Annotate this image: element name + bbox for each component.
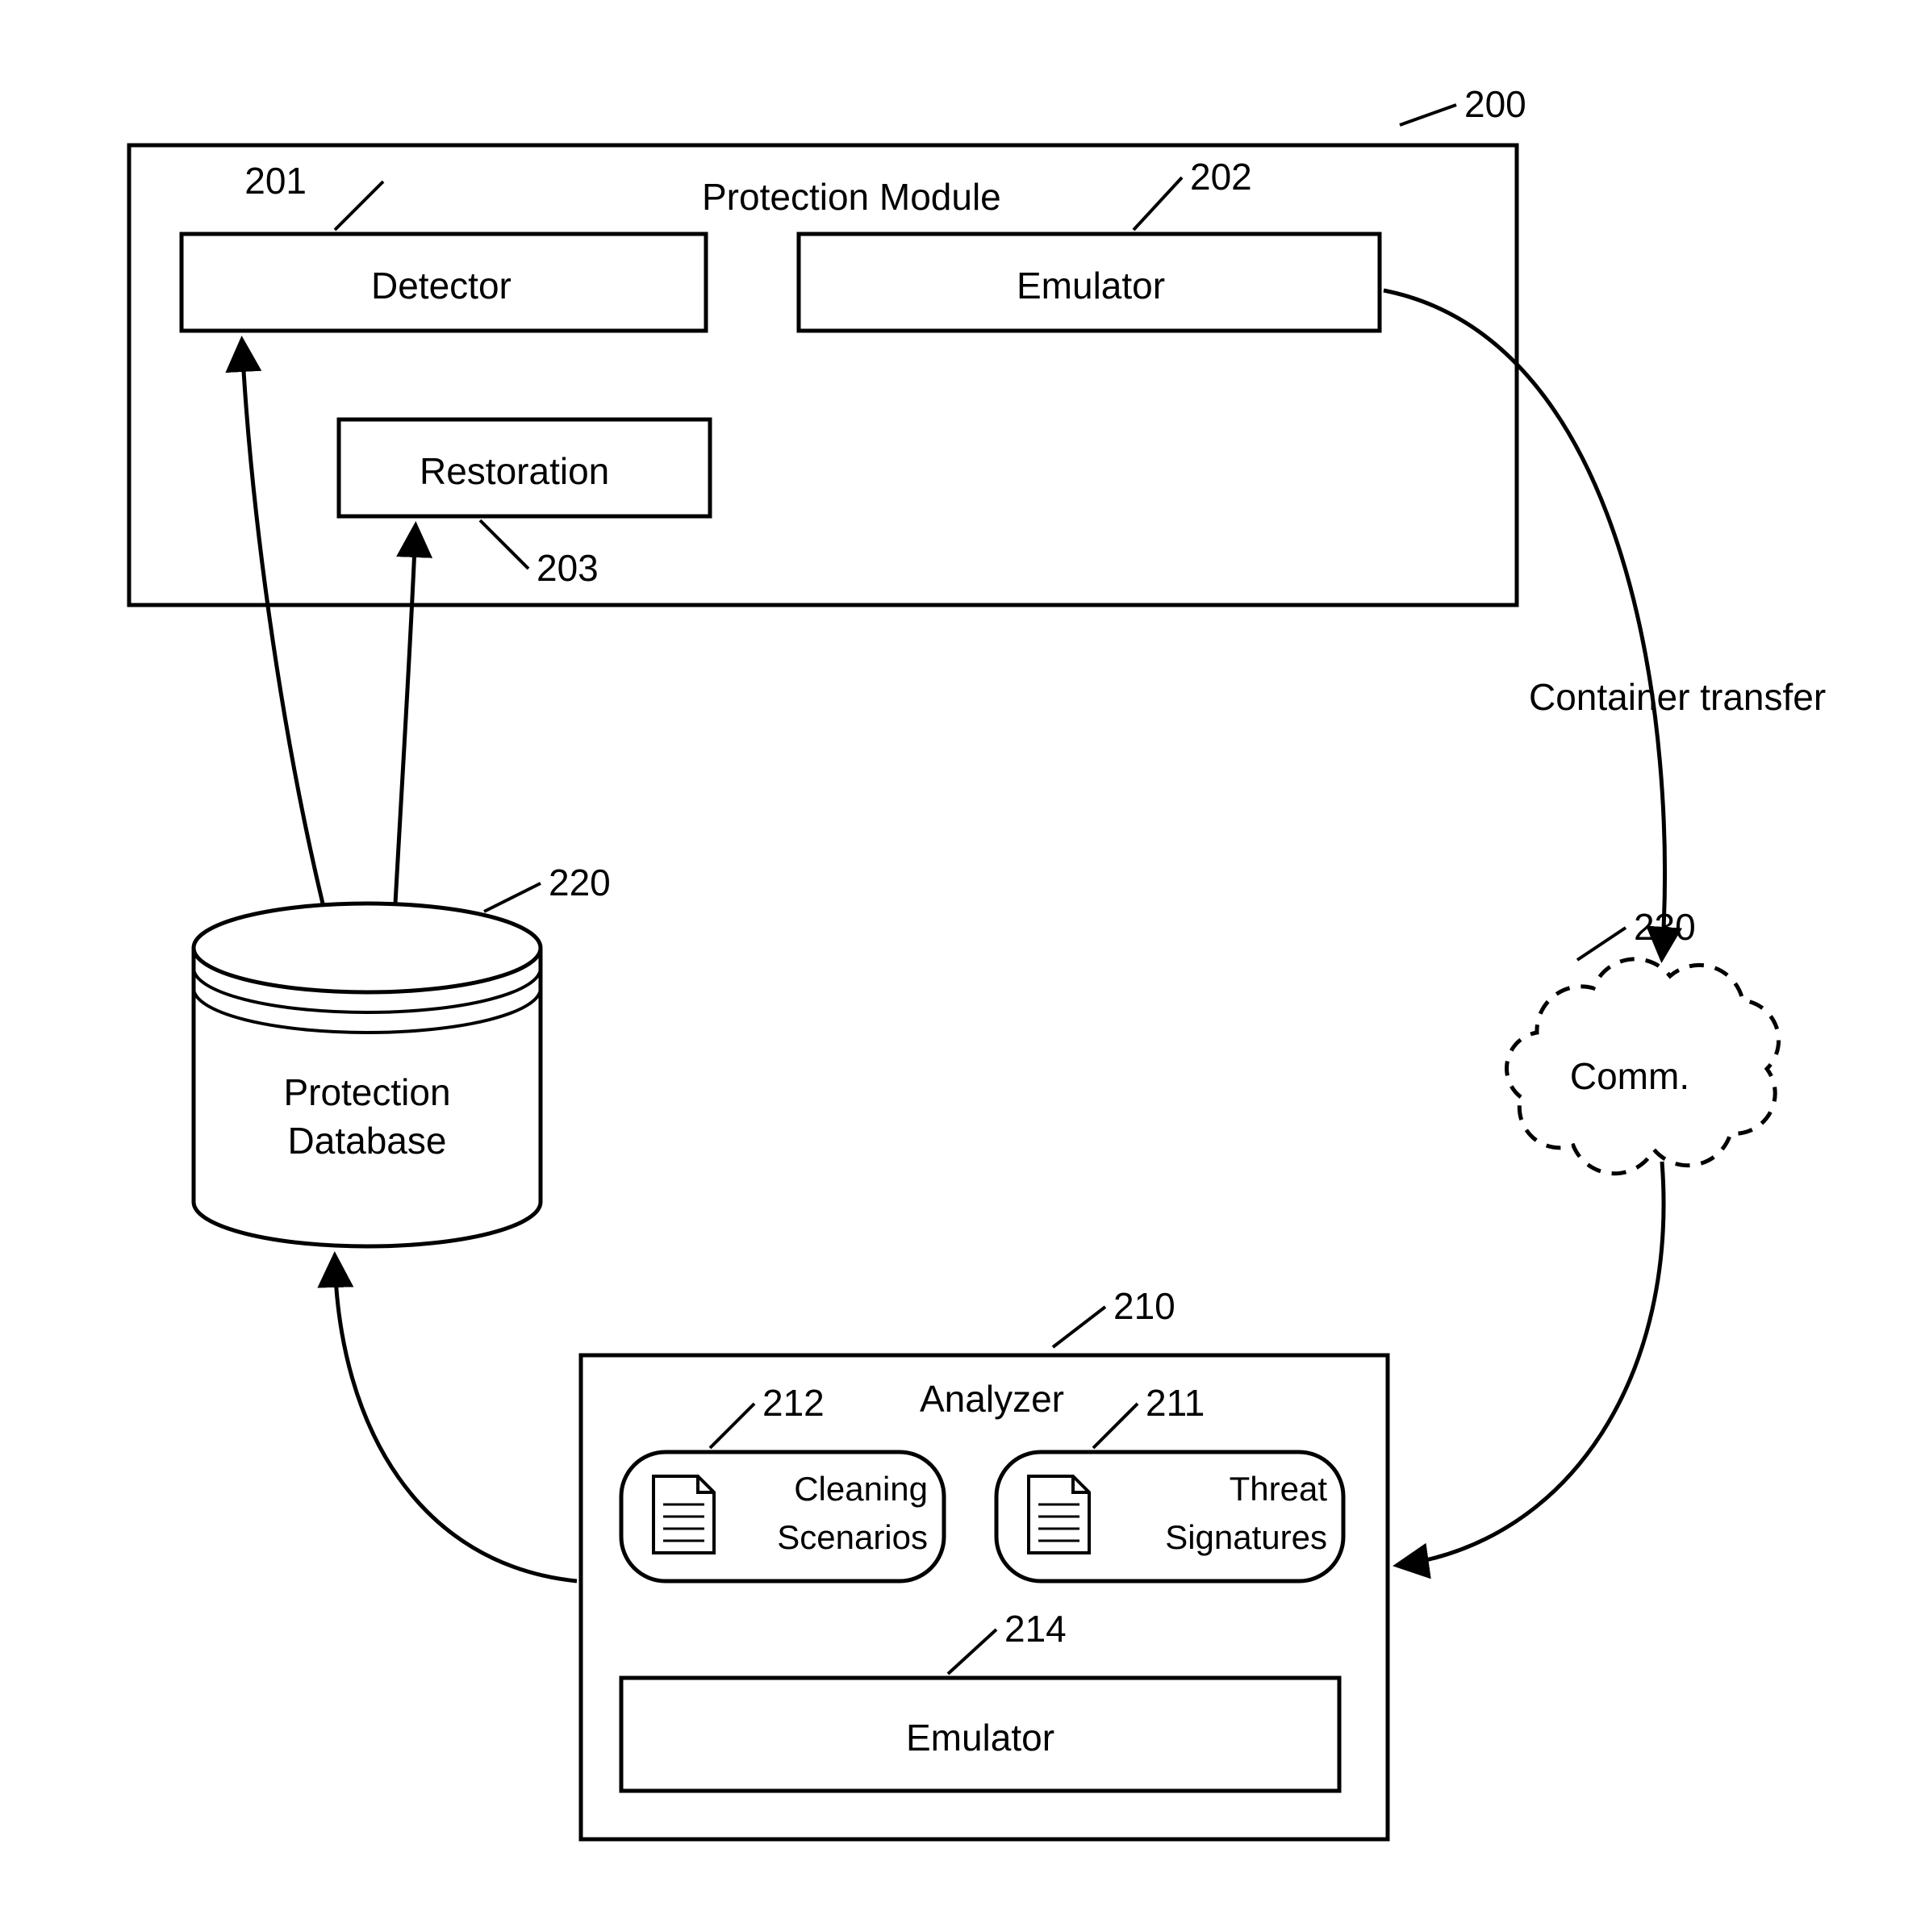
cleaning-label-1: Cleaning bbox=[794, 1470, 928, 1508]
emulator-top-ref: 202 bbox=[1190, 156, 1252, 198]
detector-ref: 201 bbox=[244, 160, 307, 202]
database-label-1: Protection bbox=[283, 1071, 450, 1113]
emulator-bottom-label: Emulator bbox=[906, 1717, 1054, 1759]
analyzer-ref: 210 bbox=[1113, 1285, 1175, 1327]
emulator-bottom-ref: 214 bbox=[1004, 1608, 1067, 1650]
detector-label: Detector bbox=[371, 265, 512, 307]
cleaning-label-2: Scenarios bbox=[777, 1518, 928, 1556]
comm-label: Comm. bbox=[1570, 1055, 1689, 1097]
document-icon bbox=[1029, 1476, 1089, 1553]
threat-ref: 211 bbox=[1146, 1382, 1205, 1424]
restoration-label: Restoration bbox=[420, 450, 609, 492]
database-ref: 220 bbox=[549, 862, 611, 903]
arrow-analyzer-to-database bbox=[335, 1258, 577, 1581]
protection-module-ref: 200 bbox=[1464, 83, 1526, 125]
threat-label-2: Signatures bbox=[1165, 1518, 1327, 1556]
protection-module-title: Protection Module bbox=[702, 176, 1001, 218]
analyzer-block: Analyzer 210 Cleaning Scenarios 212 Th bbox=[581, 1285, 1388, 1839]
cleaning-ref: 212 bbox=[762, 1382, 825, 1424]
protection-module: Protection Module 200 Detector 201 Emula… bbox=[129, 83, 1526, 605]
database-label-2: Database bbox=[288, 1120, 447, 1162]
comm-cloud: Comm. 230 bbox=[1506, 906, 1778, 1174]
protection-database: Protection Database 220 bbox=[194, 862, 611, 1246]
restoration-ref: 203 bbox=[537, 547, 599, 589]
arrow-comm-to-analyzer bbox=[1400, 1162, 1664, 1565]
threat-label-1: Threat bbox=[1230, 1470, 1328, 1508]
analyzer-title: Analyzer bbox=[920, 1378, 1064, 1420]
transfer-label: Container transfer bbox=[1529, 676, 1826, 718]
emulator-top-label: Emulator bbox=[1017, 265, 1165, 307]
document-icon bbox=[653, 1476, 714, 1553]
